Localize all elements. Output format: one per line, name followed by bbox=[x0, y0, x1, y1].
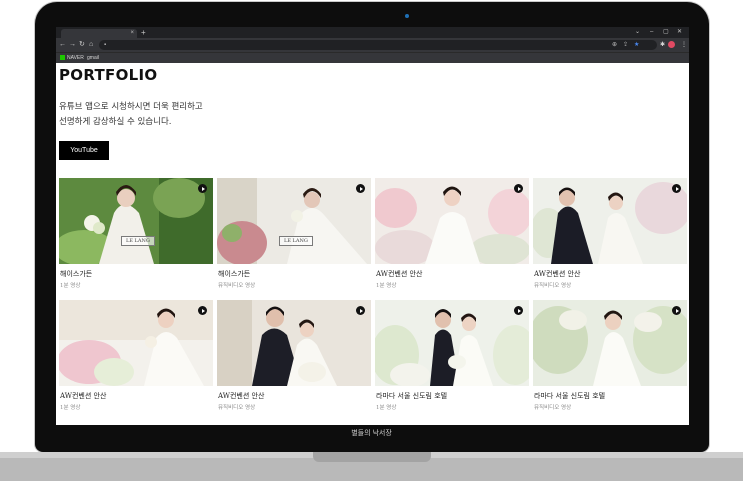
profile-avatar[interactable] bbox=[668, 41, 675, 48]
description-line: 유튜브 앱으로 시청하시면 더욱 편리하고 bbox=[59, 102, 203, 112]
description-line: 선명하게 감상하실 수 있습니다. bbox=[59, 117, 172, 127]
forward-arrow-icon[interactable]: → bbox=[69, 40, 76, 50]
bookmark-gmail[interactable]: gmail bbox=[87, 55, 99, 62]
video-subtitle: 1분 영상 bbox=[60, 283, 81, 289]
watermark: LE LANG bbox=[121, 236, 155, 246]
screen: × + ⌄ – ▢ ✕ ← → ↻ ⌂ ▪ ⊕ ⇪ ★ ✱ ⋮ NAVER gm… bbox=[56, 27, 689, 425]
video-subtitle: 1분 영상 bbox=[60, 405, 81, 411]
minimize-button[interactable]: – bbox=[650, 28, 653, 37]
play-icon[interactable] bbox=[356, 306, 365, 315]
portfolio-page: PORTFOLIO 유튜브 앱으로 시청하시면 더욱 편리하고 선명하게 감상하… bbox=[56, 63, 689, 425]
video-thumbnail[interactable] bbox=[59, 300, 213, 386]
reload-icon[interactable]: ↻ bbox=[79, 40, 85, 50]
video-title[interactable]: AW컨벤션 안산 bbox=[60, 391, 106, 401]
video-thumbnail[interactable] bbox=[533, 300, 687, 386]
video-subtitle: 뮤직비디오 영상 bbox=[218, 283, 256, 289]
play-icon[interactable] bbox=[514, 306, 523, 315]
home-icon[interactable]: ⌂ bbox=[89, 40, 93, 50]
youtube-button[interactable]: YouTube bbox=[59, 141, 109, 160]
extensions-icon[interactable]: ✱ bbox=[660, 41, 665, 50]
play-icon[interactable] bbox=[356, 184, 365, 193]
video-title[interactable]: 해이스가든 bbox=[60, 269, 92, 279]
play-icon[interactable] bbox=[198, 184, 207, 193]
close-tab-icon[interactable]: × bbox=[130, 29, 134, 38]
video-thumbnail[interactable] bbox=[533, 178, 687, 264]
lock-icon: ▪ bbox=[104, 42, 107, 48]
video-subtitle: 1분 영상 bbox=[376, 283, 397, 289]
page-description: 유튜브 앱으로 시청하시면 더욱 편리하고 선명하게 감상하실 수 있습니다. bbox=[59, 100, 203, 130]
video-title[interactable]: 라마다 서울 신도림 호텔 bbox=[534, 391, 605, 401]
video-subtitle: 뮤직비디오 영상 bbox=[534, 405, 572, 411]
video-title[interactable]: AW컨벤션 안산 bbox=[534, 269, 580, 279]
video-thumbnail[interactable]: LE LANG bbox=[217, 178, 371, 264]
share-icon[interactable]: ⇪ bbox=[623, 40, 628, 50]
bookmark-naver[interactable]: NAVER bbox=[60, 55, 84, 62]
maximize-button[interactable]: ▢ bbox=[663, 28, 669, 37]
watermark: LE LANG bbox=[279, 236, 313, 246]
laptop-opening-notch bbox=[313, 452, 431, 462]
close-window-button[interactable]: ✕ bbox=[677, 28, 682, 37]
bezel-caption: 별들의 낙서장 bbox=[351, 430, 392, 437]
new-tab-button[interactable]: + bbox=[141, 28, 146, 37]
play-icon[interactable] bbox=[514, 184, 523, 193]
bookmark-star-icon[interactable]: ★ bbox=[634, 40, 639, 50]
play-icon[interactable] bbox=[672, 306, 681, 315]
video-title[interactable]: 해이스가든 bbox=[218, 269, 250, 279]
page-title: PORTFOLIO bbox=[59, 66, 158, 84]
browser-tab-strip: × + ⌄ – ▢ ✕ bbox=[56, 27, 689, 38]
video-thumbnail[interactable]: LE LANG bbox=[59, 178, 213, 264]
browser-tab[interactable]: × bbox=[61, 29, 137, 38]
back-arrow-icon[interactable]: ← bbox=[59, 40, 66, 50]
play-icon[interactable] bbox=[672, 184, 681, 193]
camera bbox=[405, 14, 409, 18]
tab-search-icon[interactable]: ⌄ bbox=[635, 28, 640, 37]
menu-kebab-icon[interactable]: ⋮ bbox=[681, 41, 687, 50]
video-subtitle: 뮤직비디오 영상 bbox=[218, 405, 256, 411]
video-subtitle: 1분 영상 bbox=[376, 405, 397, 411]
video-title[interactable]: 라마다 서울 신도림 호텔 bbox=[376, 391, 447, 401]
bookmark-label: NAVER bbox=[67, 55, 84, 61]
video-title[interactable]: AW컨벤션 안산 bbox=[218, 391, 264, 401]
bookmark-label: gmail bbox=[87, 55, 99, 61]
zoom-icon[interactable]: ⊕ bbox=[612, 40, 617, 50]
video-thumbnail[interactable] bbox=[217, 300, 371, 386]
video-thumbnail[interactable] bbox=[375, 178, 529, 264]
browser-toolbar: ← → ↻ ⌂ ▪ ⊕ ⇪ ★ ✱ ⋮ bbox=[56, 38, 689, 52]
video-thumbnail[interactable] bbox=[375, 300, 529, 386]
address-bar[interactable]: ▪ ⊕ ⇪ ★ bbox=[99, 40, 657, 50]
video-title[interactable]: AW컨벤션 안산 bbox=[376, 269, 422, 279]
play-icon[interactable] bbox=[198, 306, 207, 315]
naver-icon bbox=[60, 55, 65, 60]
video-subtitle: 뮤직비디오 영상 bbox=[534, 283, 572, 289]
